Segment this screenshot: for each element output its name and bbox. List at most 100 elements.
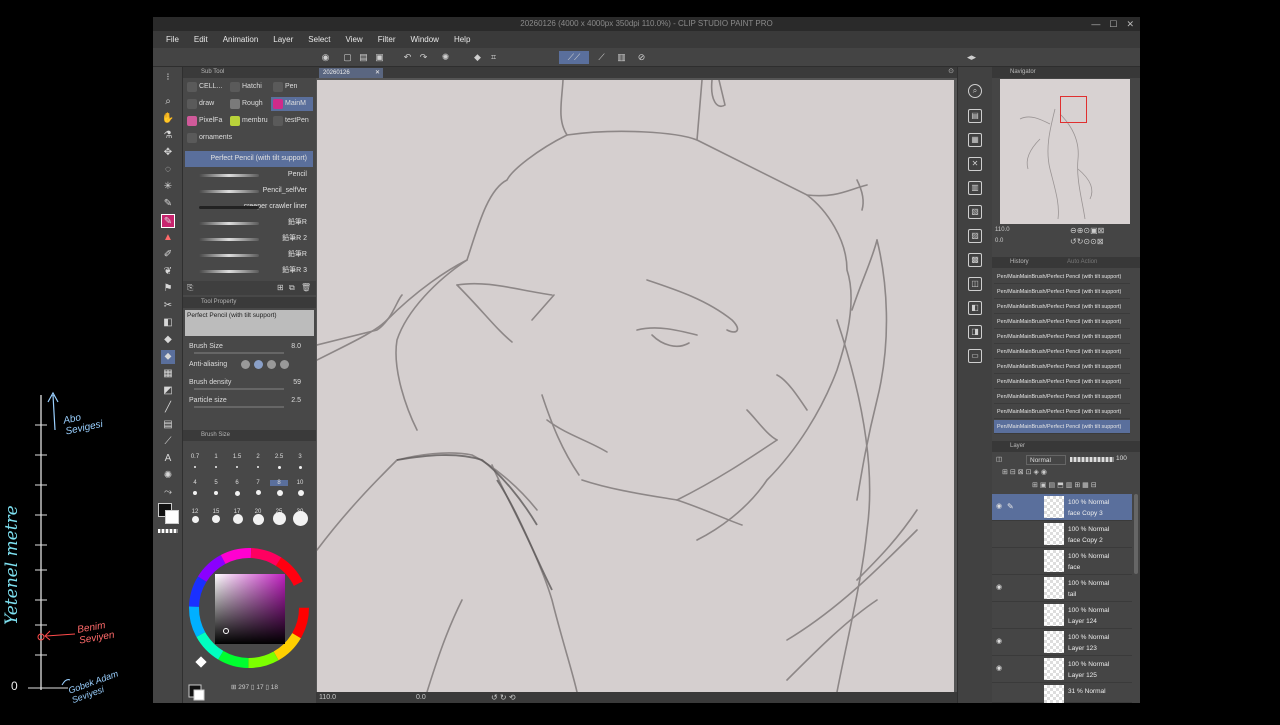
layer-row[interactable]: 100 % Normal Layer 124 <box>992 602 1132 629</box>
opacity-value[interactable]: 100 <box>1116 455 1127 462</box>
layer-mode-icon[interactable]: ◫ <box>996 455 1002 463</box>
open-file-icon[interactable]: ▤ <box>357 51 370 64</box>
menu-file[interactable]: File <box>166 31 179 48</box>
move-tool-icon[interactable]: ✥ <box>161 146 175 160</box>
close-tab-icon[interactable]: ✕ <box>375 68 380 78</box>
gradient-tool-icon[interactable]: ▦ <box>161 367 175 381</box>
subtool-group-pixelfa[interactable]: PixelFa <box>185 114 227 128</box>
close-icon[interactable]: ✕ <box>1126 17 1134 31</box>
brush-item-pencil[interactable]: Pencil <box>185 167 313 183</box>
history-item[interactable]: Pen/MainMainBrush/Perfect Pencil (with t… <box>994 300 1130 314</box>
fill-active-tool-icon[interactable]: ⬥ <box>161 350 175 364</box>
pencil-tool-icon[interactable]: ✎ <box>161 214 175 228</box>
size-2-5[interactable]: 2.5 <box>270 454 288 460</box>
subtool-copy-icon[interactable]: ⎘ <box>187 283 193 293</box>
text-tool-icon[interactable]: A <box>161 452 175 466</box>
ruler-icon[interactable]: ⟋ <box>595 51 608 64</box>
layer-row[interactable]: 100 % Normal face <box>992 548 1132 575</box>
size-1-5[interactable]: 1.5 <box>228 454 246 460</box>
hand-tool-icon[interactable]: ✋ <box>161 112 175 126</box>
panel-collapse-icon[interactable]: ◂▸ <box>965 51 978 64</box>
clear-icon[interactable]: ✺ <box>439 51 452 64</box>
brush-item-enpitsu-r-b[interactable]: 鉛筆R <box>185 247 313 263</box>
frame-tool-icon[interactable]: ▤ <box>161 418 175 432</box>
blend-tool-icon[interactable]: ✂ <box>161 299 175 313</box>
history-item[interactable]: Pen/MainMainBrush/Perfect Pencil (with t… <box>994 345 1130 359</box>
redo-icon[interactable]: ↷ <box>417 51 430 64</box>
brush-item-perfect-pencil[interactable]: Perfect Pencil (with tilt support) <box>185 151 313 167</box>
snap-ruler-icon[interactable]: ⟋⟋ <box>559 51 589 64</box>
brush-tool-icon[interactable]: ▲ <box>161 231 175 245</box>
save-icon[interactable]: ▣ <box>373 51 386 64</box>
brush-item-enpitsu-r3[interactable]: 鉛筆R 3 <box>185 263 313 279</box>
sub-view-icon[interactable]: ▤ <box>968 109 982 123</box>
blend-mode-select[interactable]: Normal <box>1026 455 1066 465</box>
rotation-value[interactable]: 0.0 <box>416 692 426 703</box>
subtool-group-testpen[interactable]: testPen <box>271 114 313 128</box>
layer-new-icons[interactable]: ⊞▣▤⬒▥⊞▦⊟ <box>1032 482 1099 489</box>
layer-scrollbar[interactable] <box>1134 494 1138 574</box>
transform-icon[interactable]: ◆ <box>471 51 484 64</box>
menu-view[interactable]: View <box>346 31 363 48</box>
brush-density-row[interactable]: Brush density 59 <box>189 376 313 390</box>
lasso-tool-icon[interactable]: ◌ <box>161 163 175 177</box>
shape-tool-icon[interactable]: ◩ <box>161 384 175 398</box>
zoom-tool-icon[interactable]: ⌕ <box>161 95 175 109</box>
menu-layer[interactable]: Layer <box>273 31 293 48</box>
navigator-view-frame[interactable] <box>1060 96 1087 123</box>
layer-visible-icon[interactable]: ◉ <box>994 502 1004 512</box>
size-4[interactable]: 4 <box>186 480 204 486</box>
history-item[interactable]: Pen/MainMainBrush/Perfect Pencil (with t… <box>994 285 1130 299</box>
item-bank-icon[interactable]: ✕ <box>968 157 982 171</box>
menu-select[interactable]: Select <box>308 31 330 48</box>
layer-lock-icons[interactable]: ⊞⊟⊠⊡◈◉ <box>1002 469 1049 476</box>
subtool-group-pen[interactable]: Pen <box>271 80 313 94</box>
crop-icon[interactable]: ⌗ <box>487 51 500 64</box>
maximize-icon[interactable]: ☐ <box>1109 17 1117 31</box>
stamp-tool-icon[interactable]: ⚑ <box>161 282 175 296</box>
layer-row[interactable]: ◉ 100 % Normal tail <box>992 575 1132 602</box>
subtool-delete-icon[interactable]: 🗑 <box>301 283 311 292</box>
brush-item-enpitsu-r[interactable]: 鉛筆R <box>185 215 313 231</box>
history-icon[interactable]: ▭ <box>968 349 982 363</box>
menu-filter[interactable]: Filter <box>378 31 396 48</box>
subtool-group-cell[interactable]: CELL... <box>185 80 227 94</box>
layer-visible-icon[interactable]: ◉ <box>994 583 1004 593</box>
timeline-icon[interactable]: ▩ <box>968 253 982 267</box>
ruler-tool-icon[interactable]: ⟋ <box>161 435 175 449</box>
history-item[interactable]: Pen/MainMainBrush/Perfect Pencil (with t… <box>994 360 1130 374</box>
memo-icon[interactable]: ▥ <box>615 51 628 64</box>
menu-window[interactable]: Window <box>411 31 439 48</box>
line-tool-icon[interactable]: ╱ <box>161 401 175 415</box>
layer-row[interactable]: 100 % Normal face Copy 2 <box>992 521 1132 548</box>
zoom-value[interactable]: 110.0 <box>319 692 336 703</box>
subtool-group-membru[interactable]: membru <box>228 114 270 128</box>
minimize-icon[interactable]: — <box>1091 17 1100 31</box>
animation-icon[interactable]: ▨ <box>968 229 982 243</box>
intermediate-color-icon[interactable]: ◧ <box>968 301 982 315</box>
size-5[interactable]: 5 <box>207 480 225 486</box>
menu-edit[interactable]: Edit <box>194 31 208 48</box>
antialias-row[interactable]: Anti-aliasing <box>189 358 313 372</box>
navigator-angle[interactable]: 0.0 <box>995 238 1003 244</box>
navigator-zoom[interactable]: 110.0 <box>995 227 1010 233</box>
transparent-color-swatch[interactable] <box>158 529 178 533</box>
navigator-thumbnail[interactable] <box>1000 79 1130 224</box>
approx-color-icon[interactable]: ◨ <box>968 325 982 339</box>
layer-property-icon[interactable]: ▥ <box>968 181 982 195</box>
particle-size-row[interactable]: Particle size 2.5 <box>189 394 313 408</box>
size-7[interactable]: 7 <box>249 480 267 486</box>
correct-line-tool-icon[interactable]: ⤳ <box>161 486 175 500</box>
layer-visible-icon[interactable]: ◉ <box>994 664 1004 674</box>
history-item[interactable]: Pen/MainMainBrush/Perfect Pencil (with t… <box>994 375 1130 389</box>
subtool-group-hatching[interactable]: Hatchi <box>228 80 270 94</box>
size-10[interactable]: 10 <box>291 480 309 486</box>
airbrush-tool-icon[interactable]: ✐ <box>161 248 175 262</box>
history-item[interactable]: Pen/MainMainBrush/Perfect Pencil (with t… <box>994 270 1130 284</box>
brush-item-creeper-crawler[interactable]: creeper crawler liner <box>185 199 313 215</box>
search-layer-icon[interactable]: ▧ <box>968 205 982 219</box>
size-6[interactable]: 6 <box>228 480 246 486</box>
magic-wand-tool-icon[interactable]: ✳ <box>161 180 175 194</box>
material-icon[interactable]: ▦ <box>968 133 982 147</box>
size-1[interactable]: 1 <box>207 454 225 460</box>
